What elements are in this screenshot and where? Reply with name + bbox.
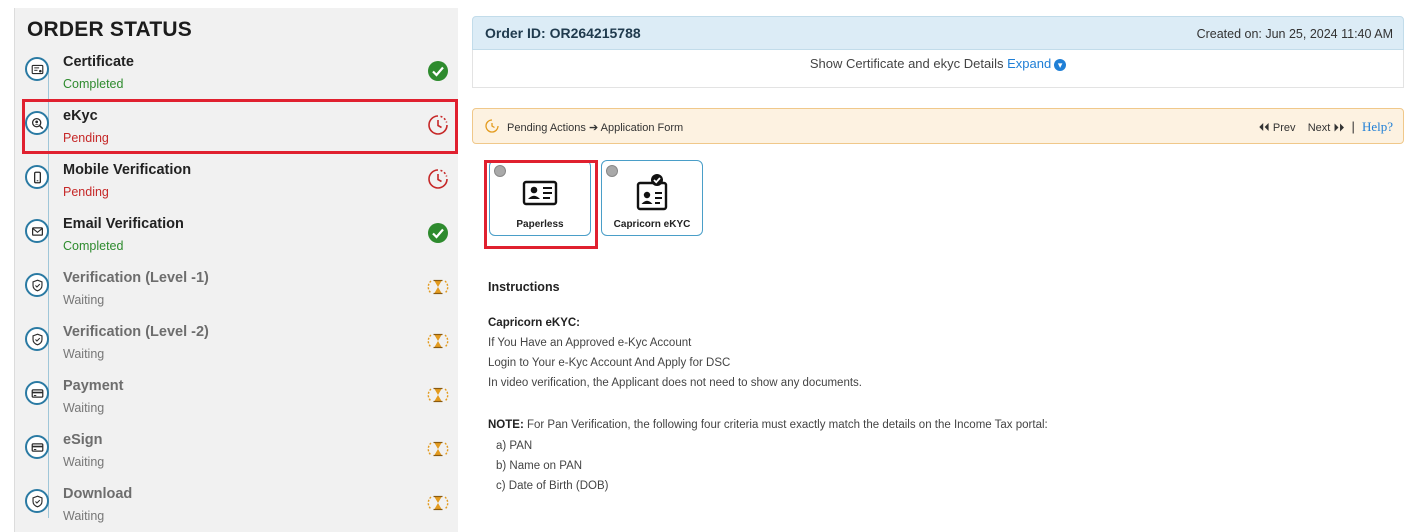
panel-title: ORDER STATUS bbox=[27, 18, 192, 41]
note-line: NOTE: For Pan Verification, the followin… bbox=[488, 419, 1048, 431]
shield-icon bbox=[25, 273, 49, 297]
instructions-subheading: Capricorn eKYC: bbox=[488, 317, 581, 329]
order-id: Order ID: OR264215788 bbox=[485, 25, 641, 41]
shield-icon bbox=[25, 489, 49, 513]
step-download[interactable]: Download Waiting bbox=[15, 483, 459, 532]
note-text: For Pan Verification, the following four… bbox=[526, 419, 1048, 431]
pending-actions-bar: Pending Actions ➔ Application Form ⏴⏴ Pr… bbox=[472, 108, 1404, 144]
instruction-line: If You Have an Approved e-Kyc Account bbox=[488, 337, 692, 349]
step-status: Waiting bbox=[63, 347, 105, 361]
certificate-icon bbox=[25, 57, 49, 81]
instruction-line: In video verification, the Applicant doe… bbox=[488, 377, 862, 389]
step-status: Completed bbox=[63, 239, 124, 253]
step-title: Download bbox=[63, 486, 133, 502]
shield-icon bbox=[25, 327, 49, 351]
step-status: Waiting bbox=[63, 509, 105, 523]
card-icon bbox=[25, 435, 49, 459]
step-status: Waiting bbox=[63, 401, 105, 415]
step-title: Mobile Verification bbox=[63, 162, 192, 178]
criteria-item: a) PAN bbox=[496, 440, 533, 452]
check-circle-icon bbox=[427, 222, 449, 244]
next-label: Next bbox=[1307, 122, 1331, 134]
prev-button[interactable]: ⏴⏴ Prev bbox=[1259, 122, 1296, 134]
hourglass-icon bbox=[427, 330, 449, 352]
pending-breadcrumb: Pending Actions ➔ Application Form bbox=[507, 121, 683, 134]
created-date: Created on: Jun 25, 2024 11:40 AM bbox=[1196, 27, 1393, 41]
next-button[interactable]: Next ⏵⏵ bbox=[1308, 122, 1345, 134]
separator: | bbox=[1351, 119, 1355, 134]
breadcrumb-application-form: Application Form bbox=[600, 122, 684, 134]
step-title: Email Verification bbox=[63, 216, 184, 232]
arrow-right-icon: ➔ bbox=[588, 122, 599, 134]
order-status-panel: ORDER STATUS Certificate Completed eKyc … bbox=[14, 8, 458, 532]
note-label: NOTE: bbox=[488, 419, 524, 431]
expand-link[interactable]: Expand ▾ bbox=[1007, 56, 1067, 71]
double-right-arrow-icon: ⏵⏵ bbox=[1333, 122, 1345, 134]
check-circle-icon bbox=[427, 60, 449, 82]
step-verification-level-1[interactable]: Verification (Level -1) Waiting bbox=[15, 267, 459, 319]
step-certificate[interactable]: Certificate Completed bbox=[15, 51, 459, 103]
step-status: Pending bbox=[63, 185, 109, 199]
step-esign[interactable]: eSign Waiting bbox=[15, 429, 459, 481]
double-left-arrow-icon: ⏴⏴ bbox=[1258, 122, 1270, 134]
mobile-icon bbox=[25, 165, 49, 189]
help-label: Help bbox=[1361, 119, 1388, 134]
breadcrumb-pending-actions[interactable]: Pending Actions bbox=[507, 122, 586, 134]
hourglass-icon bbox=[427, 438, 449, 460]
pager: ⏴⏴ Prev Next ⏵⏵ | Help? bbox=[1259, 119, 1393, 135]
step-title: Certificate bbox=[63, 54, 134, 70]
step-status: Waiting bbox=[63, 293, 105, 307]
pending-clock-icon bbox=[485, 119, 499, 133]
paperless-highlight-box bbox=[484, 160, 598, 249]
criteria-item: c) Date of Birth (DOB) bbox=[496, 480, 609, 492]
prev-label: Prev bbox=[1272, 122, 1296, 134]
expand-label: Expand bbox=[1007, 56, 1052, 71]
criteria-item: b) Name on PAN bbox=[496, 460, 583, 472]
expand-arrow-icon: ▾ bbox=[1054, 59, 1067, 71]
order-detail-panel: Order ID: OR264215788 Created on: Jun 25… bbox=[472, 8, 1404, 532]
ekyc-highlight-box bbox=[22, 99, 458, 154]
step-status: Completed bbox=[63, 77, 124, 91]
hourglass-icon bbox=[427, 384, 449, 406]
step-email-verification[interactable]: Email Verification Completed bbox=[15, 213, 459, 265]
card-icon bbox=[25, 381, 49, 405]
order-header: Order ID: OR264215788 Created on: Jun 25… bbox=[472, 16, 1404, 50]
step-title: Verification (Level -1) bbox=[63, 270, 209, 286]
clock-icon bbox=[427, 168, 449, 190]
hourglass-icon bbox=[427, 276, 449, 298]
step-verification-level-2[interactable]: Verification (Level -2) Waiting bbox=[15, 321, 459, 373]
question-icon: ? bbox=[1387, 119, 1393, 134]
step-status: Waiting bbox=[63, 455, 105, 469]
hourglass-icon bbox=[427, 492, 449, 514]
mail-icon bbox=[25, 219, 49, 243]
instructions-heading: Instructions bbox=[488, 280, 560, 294]
step-mobile-verification[interactable]: Mobile Verification Pending bbox=[15, 159, 459, 211]
details-text: Show Certificate and ekyc Details bbox=[809, 56, 1004, 71]
step-title: Verification (Level -2) bbox=[63, 324, 209, 340]
step-title: eSign bbox=[63, 432, 103, 448]
kyc-option-capricorn-ekyc[interactable]: Capricorn eKYC bbox=[601, 160, 703, 236]
instruction-line: Login to Your e-Kyc Account And Apply fo… bbox=[488, 357, 731, 369]
card-label: Capricorn eKYC bbox=[613, 219, 691, 230]
step-payment[interactable]: Payment Waiting bbox=[15, 375, 459, 427]
verified-id-icon bbox=[636, 174, 668, 211]
help-link[interactable]: Help? bbox=[1362, 119, 1393, 134]
step-title: Payment bbox=[63, 378, 124, 394]
details-toggle-row: Show Certificate and ekyc Details Expand… bbox=[472, 50, 1404, 88]
info-icon[interactable] bbox=[606, 165, 618, 177]
